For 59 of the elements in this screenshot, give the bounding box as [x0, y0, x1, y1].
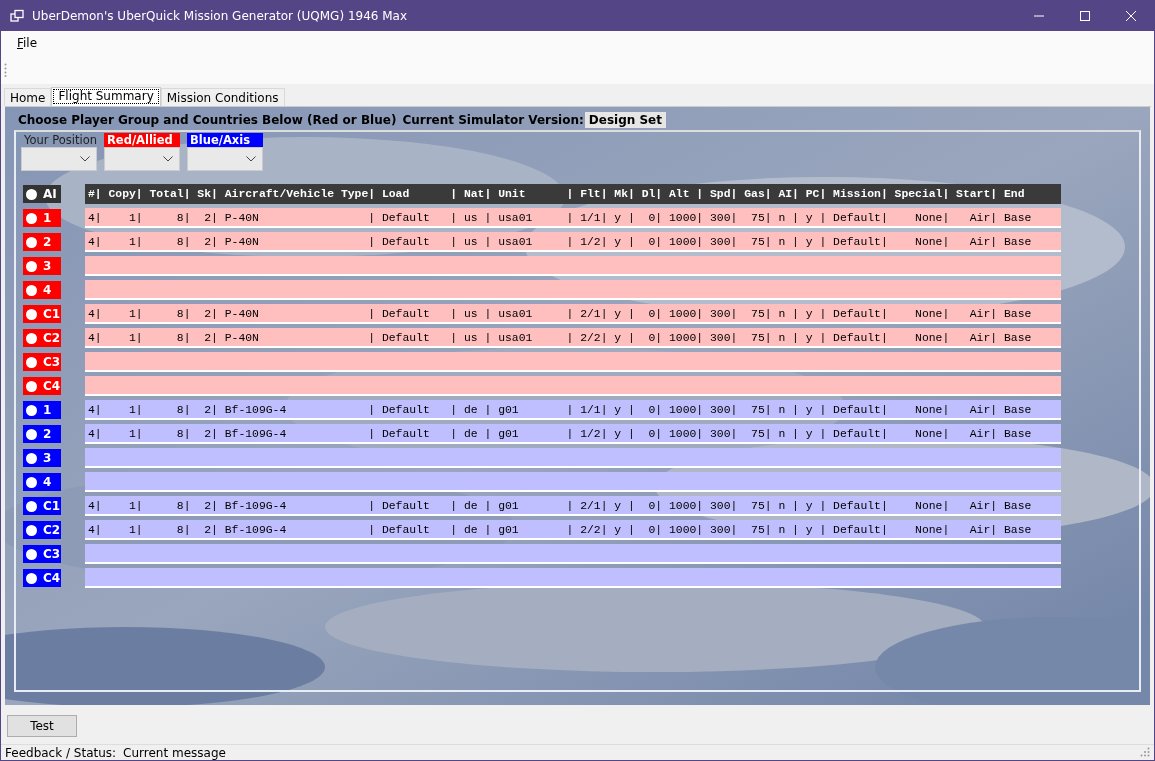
empty-row[interactable] [85, 280, 1061, 300]
position-radio[interactable]: C3 [23, 353, 61, 371]
empty-row[interactable] [85, 544, 1061, 564]
dropdown-label: Red/Allied [104, 133, 180, 147]
empty-row[interactable] [85, 256, 1061, 276]
position-radio[interactable]: C2 [23, 329, 61, 347]
empty-row[interactable] [85, 376, 1061, 396]
chevron-icon [80, 156, 90, 162]
empty-row[interactable] [85, 472, 1061, 492]
app-icon [10, 9, 24, 23]
flight-row[interactable]: 4| 1| 8| 2| P-40N | Default | us | usa01 | 2/1| y | 0| 1000| 300| 75| n | y | Default| None| Air| Base [85, 304, 1061, 324]
position-radio[interactable]: C3 [23, 545, 61, 563]
flight-row[interactable]: 4| 1| 8| 2| Bf-109G-4 | Default | de | g01 | 1/1| y | 0| 1000| 300| 75| n | y | Default| None| Air| Base [85, 400, 1061, 420]
close-icon [1125, 10, 1137, 22]
maximize-icon [1079, 10, 1091, 22]
chevron-icon [163, 156, 173, 162]
position-radio[interactable]: 4 [23, 473, 61, 491]
empty-row[interactable] [85, 448, 1061, 468]
position-radio[interactable]: 2 [23, 233, 61, 251]
grip-icon [4, 62, 7, 77]
position-radio[interactable]: AI [23, 185, 61, 203]
position-radio[interactable]: 3 [23, 449, 61, 467]
flight-row[interactable]: 4| 1| 8| 2| Bf-109G-4 | Default | de | g01 | 1/2| y | 0| 1000| 300| 75| n | y | Default| None| Air| Base [85, 424, 1061, 444]
tab[interactable]: Home [4, 88, 52, 106]
dropdown-label: Your Position [23, 133, 97, 147]
position-radio[interactable]: 2 [23, 425, 61, 443]
version-value: Design Set [584, 112, 666, 128]
flight-row[interactable]: 4| 1| 8| 2| Bf-109G-4 | Default | de | g01 | 2/1| y | 0| 1000| 300| 75| n | y | Default| None| Air| Base [85, 496, 1061, 516]
position-radio[interactable]: 1 [23, 209, 61, 227]
position-radio[interactable]: C1 [23, 497, 61, 515]
table-header: #| Copy| Total| Sk| Aircraft/Vehicle Type| Load | Nat| Unit | Flt| Mk| Dl| Alt | Spd| Gas| AI| PC| Mission| Special| Start| End [85, 184, 1061, 204]
flight-row[interactable]: 4| 1| 8| 2| Bf-109G-4 | Default | de | g01 | 2/2| y | 0| 1000| 300| 75| n | y | Default| None| Air| Base [85, 520, 1061, 540]
test-button[interactable]: Test [7, 714, 77, 737]
resize-grip-icon [1140, 747, 1150, 757]
version-label: Current Simulator Version: [402, 113, 584, 127]
status-label: Feedback / Status: [5, 745, 117, 760]
position-radio[interactable]: C1 [23, 305, 61, 323]
dropdown[interactable] [104, 147, 180, 171]
dropdown-label: Blue/Axis [187, 133, 263, 147]
empty-row[interactable] [85, 352, 1061, 372]
position-radio[interactable]: 3 [23, 257, 61, 275]
dropdown[interactable] [21, 147, 97, 171]
position-radio[interactable]: 4 [23, 281, 61, 299]
status-message: Current message [123, 745, 226, 760]
heading-text: Choose Player Group and Countries Below (Red or Blue) [18, 113, 397, 127]
tab[interactable]: Flight Summary [51, 87, 161, 106]
position-radio[interactable]: C4 [23, 377, 61, 395]
tab[interactable]: Mission Conditions [160, 88, 285, 106]
menu-item[interactable]: File [10, 34, 45, 52]
position-radio[interactable]: 1 [23, 401, 61, 419]
dropdown[interactable] [187, 147, 263, 171]
flight-row[interactable]: 4| 1| 8| 2| P-40N | Default | us | usa01 | 1/1| y | 0| 1000| 300| 75| n | y | Default| None| Air| Base [85, 208, 1061, 228]
chevron-icon [246, 156, 256, 162]
position-radio[interactable]: C4 [23, 569, 61, 587]
empty-row[interactable] [85, 568, 1061, 588]
position-radio[interactable]: C2 [23, 521, 61, 539]
flight-row[interactable]: 4| 1| 8| 2| P-40N | Default | us | usa01 | 2/2| y | 0| 1000| 300| 75| n | y | Default| None| Air| Base [85, 328, 1061, 348]
flight-row[interactable]: 4| 1| 8| 2| P-40N | Default | us | usa01 | 1/2| y | 0| 1000| 300| 75| n | y | Default| None| Air| Base [85, 232, 1061, 252]
window-title: UberDemon's UberQuick Mission Generator (UQMG) 1946 Max [32, 9, 409, 23]
